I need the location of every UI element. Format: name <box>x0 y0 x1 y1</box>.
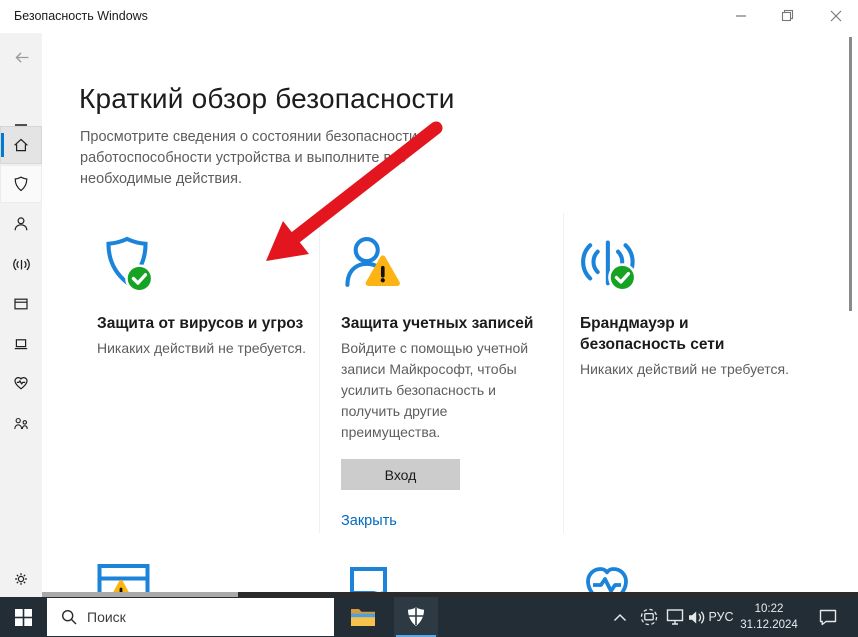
clock-date: 31.12.2024 <box>738 617 800 633</box>
card-firewall-network[interactable]: Брандмауэр и безопасность сети Никаких д… <box>580 233 800 380</box>
laptop-check-icon <box>342 563 398 592</box>
card-status: Никаких действий не требуется. <box>97 338 312 359</box>
close-icon <box>830 10 842 22</box>
sidebar-item-account-protection[interactable] <box>0 205 42 243</box>
back-button[interactable] <box>0 38 42 76</box>
taskbar: РУС 10:22 31.12.2024 <box>0 597 858 637</box>
titlebar: Безопасность Windows <box>0 0 858 33</box>
language-indicator[interactable]: РУС <box>705 597 737 637</box>
sidebar-item-app-browser[interactable] <box>0 285 42 323</box>
restore-button[interactable] <box>765 0 810 31</box>
user-warning-icon <box>341 233 541 297</box>
heart-pulse-large-icon <box>578 563 636 592</box>
back-arrow-icon <box>12 48 31 67</box>
search-input[interactable] <box>87 609 334 625</box>
card-title: Брандмауэр и безопасность сети <box>580 313 760 355</box>
minimize-button[interactable] <box>718 0 763 31</box>
card-separator <box>563 213 564 533</box>
sidebar-item-device-health[interactable] <box>0 364 42 402</box>
tray-chevron-button[interactable] <box>608 597 632 637</box>
close-button[interactable] <box>813 0 858 31</box>
vertical-scrollbar[interactable] <box>849 37 852 311</box>
page-subtitle: Просмотрите сведения о состоянии безопас… <box>80 127 478 190</box>
start-button[interactable] <box>0 597 46 637</box>
card-virus-threat-protection[interactable]: Защита от вирусов и угроз Никаких действ… <box>97 233 312 359</box>
sidebar-item-device-security[interactable] <box>0 325 42 363</box>
dismiss-link[interactable]: Закрыть <box>341 513 397 529</box>
windows-logo-icon <box>15 609 32 626</box>
sign-in-button[interactable]: Вход <box>341 459 460 490</box>
search-icon <box>61 609 77 625</box>
home-icon <box>12 136 30 154</box>
card-device-security[interactable] <box>342 563 398 592</box>
shield-check-icon <box>97 233 312 297</box>
minimize-icon <box>735 10 747 22</box>
sidebar-item-firewall[interactable] <box>0 245 42 283</box>
settings-gear-icon <box>12 570 30 588</box>
main-content: Краткий обзор безопасности Просмотрите с… <box>42 33 858 592</box>
network-check-icon <box>580 233 800 297</box>
sidebar-item-home[interactable] <box>0 126 42 164</box>
family-icon <box>12 415 30 433</box>
shield-icon <box>12 175 30 193</box>
window-title: Безопасность Windows <box>14 9 148 23</box>
card-description: Войдите с помощью учетной записи Майкрос… <box>341 338 531 443</box>
taskbar-file-explorer[interactable] <box>341 597 385 637</box>
sidebar <box>0 33 42 597</box>
user-icon <box>12 215 30 233</box>
app-window-icon <box>12 295 30 313</box>
restore-icon <box>781 9 794 22</box>
cast-display-icon <box>639 607 659 627</box>
taskbar-windows-security[interactable] <box>394 597 438 637</box>
card-separator <box>319 213 320 533</box>
heart-pulse-icon <box>12 374 30 392</box>
page-title: Краткий обзор безопасности <box>79 83 455 115</box>
card-status: Никаких действий не требуется. <box>580 359 800 380</box>
taskbar-clock[interactable]: 10:22 31.12.2024 <box>738 601 800 633</box>
windows-security-icon <box>405 606 427 628</box>
file-explorer-icon <box>350 606 376 628</box>
clock-time: 10:22 <box>738 601 800 617</box>
network-signal-icon <box>12 255 31 274</box>
tray-cast-button[interactable] <box>637 597 661 637</box>
action-center-icon <box>818 608 838 626</box>
chevron-up-icon <box>613 613 627 622</box>
action-center-button[interactable] <box>812 597 844 637</box>
card-device-performance[interactable] <box>578 563 636 592</box>
sidebar-item-family-options[interactable] <box>0 405 42 443</box>
card-title: Защита учетных записей <box>341 313 541 334</box>
card-account-protection[interactable]: Защита учетных записей Войдите с помощью… <box>341 233 541 530</box>
volume-icon <box>687 609 707 626</box>
card-title: Защита от вирусов и угроз <box>97 313 312 334</box>
taskbar-search[interactable] <box>47 598 334 636</box>
app-window-warning-icon <box>97 563 153 592</box>
card-app-browser-control[interactable] <box>97 563 153 592</box>
laptop-icon <box>12 335 30 353</box>
sidebar-item-virus-protection[interactable] <box>0 165 42 203</box>
network-ethernet-icon <box>665 608 685 626</box>
windows-security-window: Безопасность Windows <box>0 0 858 637</box>
sidebar-item-settings[interactable] <box>0 560 42 598</box>
